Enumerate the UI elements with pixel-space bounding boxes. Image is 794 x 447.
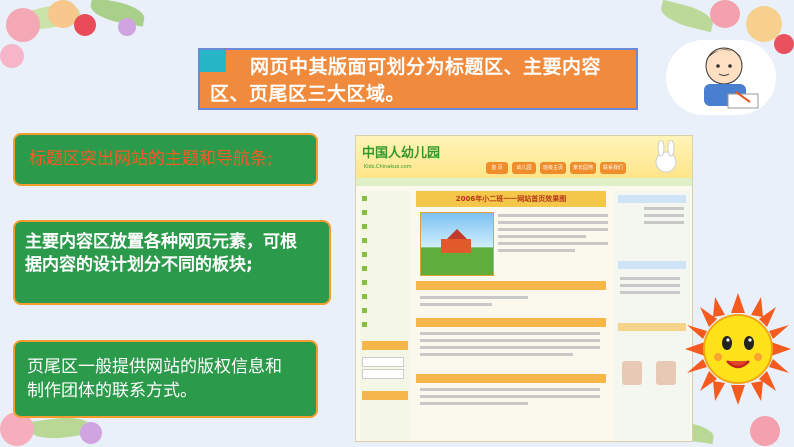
website-breadcrumb	[356, 178, 692, 186]
website-section-bar	[416, 374, 606, 383]
website-nav-item: 联系我们	[600, 162, 626, 174]
floral-top-left-decoration	[0, 0, 170, 70]
website-section-bar	[416, 318, 606, 327]
avatar	[622, 361, 642, 385]
website-left-nav	[360, 191, 410, 441]
info-box-footer: 页尾区一般提供网站的版权信息和制作团体的联系方式。	[13, 340, 318, 418]
website-nav-item: 家长园地	[570, 162, 596, 174]
website-nav-item: 班级主页	[540, 162, 566, 174]
website-screenshot: 中国人幼儿园 Kids.Chinakue.com 首 页 幼儿园 班级主页 家长…	[355, 135, 693, 442]
website-nav-item: 首 页	[486, 162, 508, 174]
info-box-header: 标题区突出网站的主题和导航条;	[13, 133, 318, 186]
website-intro-text	[498, 214, 608, 256]
slide: 网页中其版面可划分为标题区、主要内容区、页尾区三大区域。 标题区突出网站的主题和…	[0, 0, 794, 447]
thinking-boy-illustration	[666, 40, 776, 115]
sun-illustration	[685, 293, 791, 405]
info-box-content-text: 主要内容区放置各种网页元素，可根据内容的设计划分不同的板块;	[25, 232, 297, 275]
website-feature-image	[420, 212, 494, 276]
website-logo-sub: Kids.Chinakue.com	[364, 164, 412, 170]
website-section-bar	[416, 281, 606, 290]
info-box-content: 主要内容区放置各种网页元素，可根据内容的设计划分不同的板块;	[13, 220, 331, 305]
info-box-header-text: 标题区突出网站的主题和导航条;	[29, 149, 273, 169]
title-box: 网页中其版面可划分为标题区、主要内容区、页尾区三大区域。	[198, 48, 638, 110]
website-nav-item: 幼儿园	[512, 162, 536, 174]
website-right-column	[614, 191, 690, 441]
info-box-footer-text: 页尾区一般提供网站的版权信息和制作团体的联系方式。	[27, 357, 282, 401]
website-banner: 2006年小二班一一网站首页效果图	[416, 191, 606, 207]
website-header: 中国人幼儿园 Kids.Chinakue.com 首 页 幼儿园 班级主页 家长…	[356, 136, 692, 178]
bunny-icon	[655, 140, 677, 173]
website-logo: 中国人幼儿园	[362, 146, 441, 161]
slide-title: 网页中其版面可划分为标题区、主要内容区、页尾区三大区域。	[210, 56, 602, 105]
avatar	[656, 361, 676, 385]
